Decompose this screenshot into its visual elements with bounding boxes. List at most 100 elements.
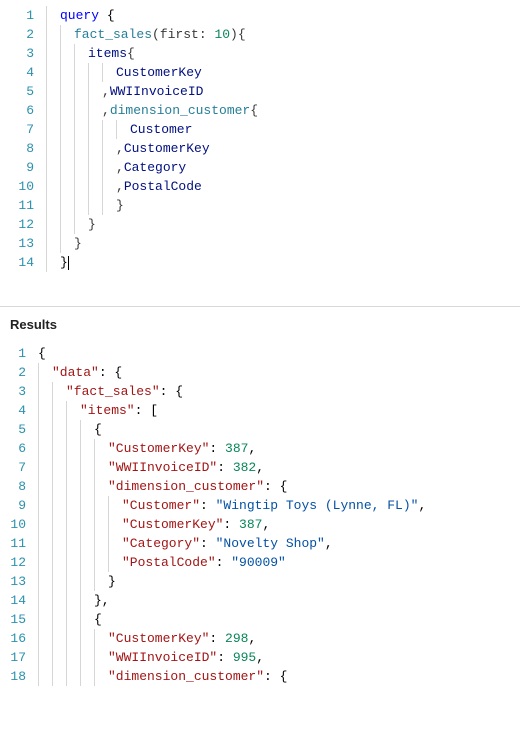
code-line[interactable]: 3items{	[0, 44, 520, 63]
indent-guide	[38, 401, 52, 420]
indent-guide	[52, 648, 66, 667]
token-jkey: "fact_sales"	[66, 382, 160, 401]
code-line[interactable]: 16 "CustomerKey": 298,	[0, 629, 520, 648]
code-line[interactable]: 9,Category	[0, 158, 520, 177]
code-line[interactable]: 6"CustomerKey": 387,	[0, 439, 520, 458]
code-line[interactable]: 8,CustomerKey	[0, 139, 520, 158]
token-jpunc: ,	[262, 515, 270, 534]
indent-guide	[38, 572, 52, 591]
indent-guide	[88, 101, 102, 120]
query-editor[interactable]: 1query {2fact_sales(first: 10){3items{4C…	[0, 0, 520, 278]
token-punc: ,	[116, 177, 124, 196]
code-line[interactable]: 14},	[0, 591, 520, 610]
token-type: fact_sales	[74, 25, 152, 44]
code-line[interactable]: 2 "data": {	[0, 363, 520, 382]
code-line[interactable]: 1query {	[0, 6, 520, 25]
indent-guide	[66, 477, 80, 496]
indent-guide	[46, 120, 60, 139]
code-line[interactable]: 11"Category": "Novelty Shop",	[0, 534, 520, 553]
code-line[interactable]: 6,dimension_customer{	[0, 101, 520, 120]
token-jpunc: ,	[325, 534, 333, 553]
indent-guide	[74, 101, 88, 120]
code-line[interactable]: 8"dimension_customer": {	[0, 477, 520, 496]
indent-guide	[46, 215, 60, 234]
indent-guide	[88, 158, 102, 177]
code-line[interactable]: 13}	[0, 572, 520, 591]
code-line[interactable]: 10,PostalCode	[0, 177, 520, 196]
token-jkey: "data"	[52, 363, 99, 382]
code-line[interactable]: 10"CustomerKey": 387,	[0, 515, 520, 534]
indent-guide	[108, 496, 122, 515]
token-jpunc: }	[108, 572, 116, 591]
code-line[interactable]: 17"WWIInvoiceID": 995,	[0, 648, 520, 667]
indent-guide	[66, 515, 80, 534]
code-line[interactable]: 14}	[0, 253, 520, 272]
indent-guide	[38, 629, 52, 648]
line-number: 5	[0, 420, 38, 439]
code-line[interactable]: 7Customer	[0, 120, 520, 139]
indent-guide	[80, 439, 94, 458]
line-number: 16	[0, 629, 38, 648]
indent-guide	[108, 553, 122, 572]
indent-guide	[52, 496, 66, 515]
token-type: dimension_customer	[110, 101, 250, 120]
indent-guide	[38, 420, 52, 439]
line-content: "data": {	[52, 363, 122, 382]
line-number: 12	[0, 553, 38, 572]
line-number: 18	[0, 667, 38, 686]
token-field: items	[88, 44, 127, 63]
token-punc: }	[88, 215, 96, 234]
code-line[interactable]: 5{	[0, 420, 520, 439]
indent-guide	[80, 420, 94, 439]
indent-guide	[60, 63, 74, 82]
code-line[interactable]: 1{	[0, 344, 520, 363]
code-line[interactable]: 4CustomerKey	[0, 63, 520, 82]
line-number: 11	[4, 196, 46, 215]
code-line[interactable]: 11}	[0, 196, 520, 215]
token-punc: (first:	[152, 25, 214, 44]
indent-guide	[38, 553, 52, 572]
indent-guide	[38, 515, 52, 534]
code-line[interactable]: 3"fact_sales": {	[0, 382, 520, 401]
indent-guide	[66, 667, 80, 686]
indent-guide	[80, 610, 94, 629]
line-number: 6	[4, 101, 46, 120]
indent-guide	[80, 667, 94, 686]
indent-guide	[74, 158, 88, 177]
indent-guide	[66, 648, 80, 667]
indent-guide	[52, 420, 66, 439]
code-line[interactable]: 4"items": [	[0, 401, 520, 420]
code-line[interactable]: 2fact_sales(first: 10){	[0, 25, 520, 44]
token-jnum: 387	[239, 515, 262, 534]
indent-guide	[74, 139, 88, 158]
token-jnum: 298	[225, 629, 248, 648]
line-content: ,PostalCode	[116, 177, 202, 196]
code-line[interactable]: 7"WWIInvoiceID": 382,	[0, 458, 520, 477]
token-punc: }	[116, 196, 124, 215]
code-line[interactable]: 15{	[0, 610, 520, 629]
code-line[interactable]: 18"dimension_customer": {	[0, 667, 520, 686]
line-number: 3	[0, 382, 38, 401]
code-line[interactable]: 12"PostalCode": "90009"	[0, 553, 520, 572]
line-number: 9	[4, 158, 46, 177]
indent-guide	[80, 458, 94, 477]
line-content: "CustomerKey": 298,	[108, 629, 256, 648]
results-viewer[interactable]: 1{2"data": {3"fact_sales": {4"items": [5…	[0, 338, 520, 692]
line-number: 8	[4, 139, 46, 158]
indent-guide	[74, 120, 88, 139]
indent-guide	[94, 515, 108, 534]
indent-guide	[94, 534, 108, 553]
token-jnum: 387	[225, 439, 248, 458]
token-field: CustomerKey	[124, 139, 210, 158]
line-number: 5	[4, 82, 46, 101]
code-line[interactable]: 13}	[0, 234, 520, 253]
token-jkey: "dimension_customer"	[108, 667, 264, 686]
token-jpunc: {	[94, 610, 102, 629]
code-line[interactable]: 9"Customer": "Wingtip Toys (Lynne, FL)",	[0, 496, 520, 515]
line-number: 2	[0, 363, 38, 382]
indent-guide	[38, 363, 52, 382]
pane-divider	[0, 306, 520, 307]
code-line[interactable]: 12}	[0, 215, 520, 234]
code-line[interactable]: 5,WWIInvoiceID	[0, 82, 520, 101]
line-number: 9	[0, 496, 38, 515]
